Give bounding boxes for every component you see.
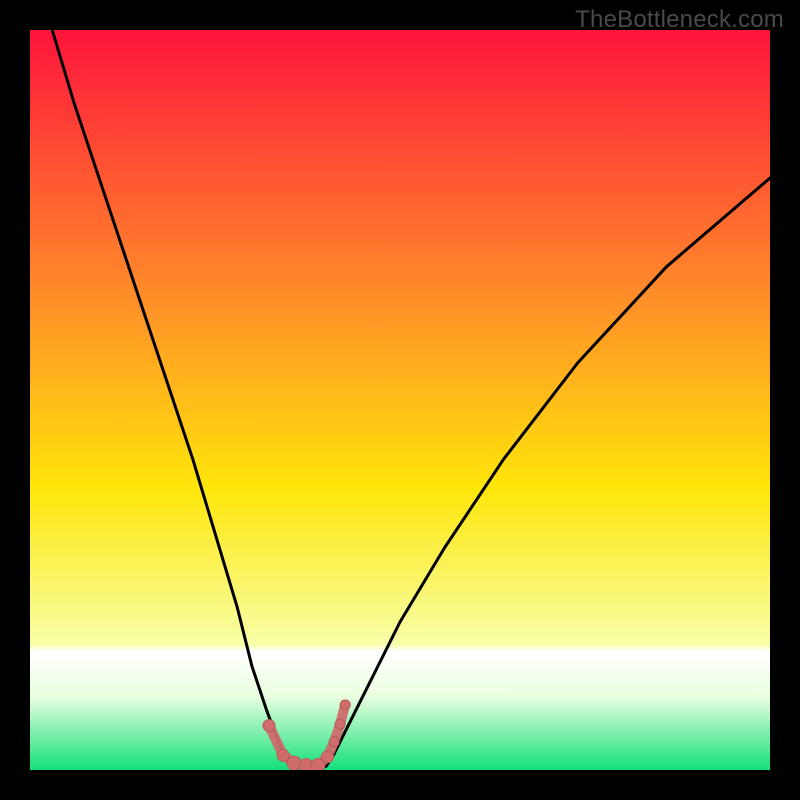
plot-area — [30, 30, 770, 770]
marker-point — [335, 719, 345, 729]
marker-point — [329, 737, 339, 747]
gradient-bg — [30, 30, 770, 770]
marker-point — [322, 751, 334, 763]
chart-svg — [30, 30, 770, 770]
marker-point — [263, 720, 275, 732]
marker-point — [277, 749, 289, 761]
marker-point — [340, 700, 350, 710]
chart-root: TheBottleneck.com — [0, 0, 800, 800]
